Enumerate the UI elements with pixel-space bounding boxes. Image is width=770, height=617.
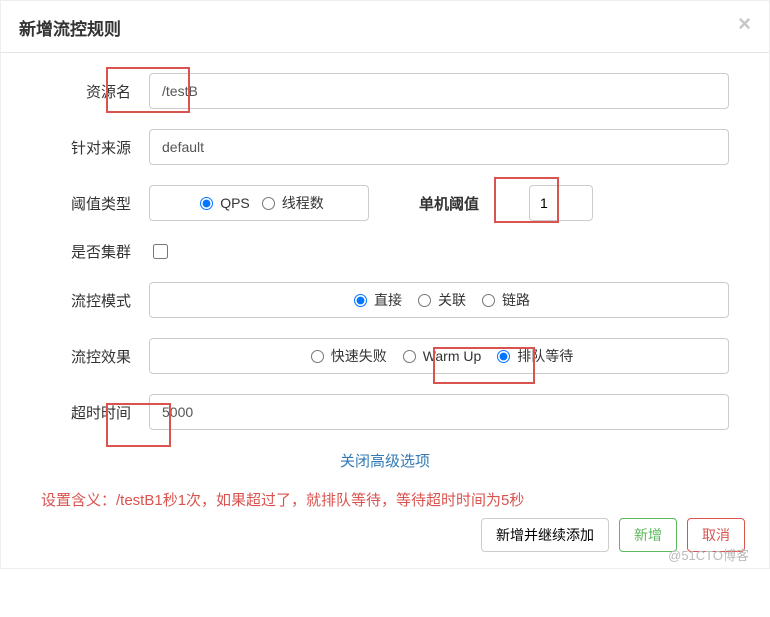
label-source: 针对来源 [41,137,131,158]
label-flow-mode: 流控模式 [41,290,131,311]
flow-effect-group: 快速失败 Warm Up 排队等待 [149,338,729,374]
note-text: 设置含义：/testB1秒1次，如果超过了，就排队等待，等待超时时间为5秒 [1,489,769,518]
radio-chain-label: 链路 [502,290,530,310]
modal-body: 资源名 针对来源 阈值类型 QPS [1,53,769,489]
radio-warmup-input[interactable] [403,350,416,363]
label-timeout: 超时时间 [41,402,131,423]
modal-title: 新增流控规则 [19,15,121,40]
flow-rule-modal: 新增流控规则 × 资源名 针对来源 阈值类型 QPS [0,0,770,569]
row-threshold-type: 阈值类型 QPS 线程数 单机阈值 [41,185,729,221]
modal-footer: 新增并继续添加 新增 取消 [1,518,769,552]
radio-thread-input[interactable] [262,197,275,210]
radio-fastfail-label: 快速失败 [331,346,387,366]
radio-fastfail[interactable]: 快速失败 [305,346,387,366]
radio-direct-input[interactable] [354,294,367,307]
radio-qps-label: QPS [220,195,250,211]
radio-thread[interactable]: 线程数 [256,193,324,213]
resource-name-input[interactable] [149,73,729,109]
radio-thread-label: 线程数 [282,193,324,213]
radio-qps[interactable]: QPS [194,195,250,211]
row-cluster: 是否集群 [41,241,729,262]
label-cluster: 是否集群 [41,241,131,262]
label-single-threshold: 单机阈值 [419,193,479,214]
label-resource-name: 资源名 [41,81,131,102]
radio-warmup[interactable]: Warm Up [397,348,482,364]
source-input[interactable] [149,129,729,165]
radio-queue-label: 排队等待 [517,346,573,366]
timeout-input[interactable] [149,394,729,430]
flow-mode-group: 直接 关联 链路 [149,282,729,318]
threshold-type-group: QPS 线程数 [149,185,369,221]
radio-direct-label: 直接 [374,290,402,310]
close-advanced-link[interactable]: 关闭高级选项 [41,450,729,471]
radio-qps-input[interactable] [200,197,213,210]
label-threshold-type: 阈值类型 [41,193,131,214]
close-icon[interactable]: × [738,15,751,33]
modal-header: 新增流控规则 × [1,1,769,53]
row-resource-name: 资源名 [41,73,729,109]
cluster-checkbox[interactable] [153,244,168,259]
row-source: 针对来源 [41,129,729,165]
row-flow-effect: 流控效果 快速失败 Warm Up 排队等待 [41,338,729,374]
radio-relate-input[interactable] [418,294,431,307]
radio-direct[interactable]: 直接 [348,290,402,310]
row-flow-mode: 流控模式 直接 关联 链路 [41,282,729,318]
label-flow-effect: 流控效果 [41,346,131,367]
radio-chain[interactable]: 链路 [476,290,530,310]
radio-relate-label: 关联 [438,290,466,310]
radio-warmup-label: Warm Up [423,348,482,364]
radio-relate[interactable]: 关联 [412,290,466,310]
radio-queue-input[interactable] [497,350,510,363]
radio-chain-input[interactable] [482,294,495,307]
row-timeout: 超时时间 [41,394,729,430]
add-continue-button[interactable]: 新增并继续添加 [481,518,609,552]
radio-queue[interactable]: 排队等待 [491,346,573,366]
watermark: @51CTO博客 [668,545,749,564]
single-threshold-input[interactable] [529,185,593,221]
radio-fastfail-input[interactable] [311,350,324,363]
